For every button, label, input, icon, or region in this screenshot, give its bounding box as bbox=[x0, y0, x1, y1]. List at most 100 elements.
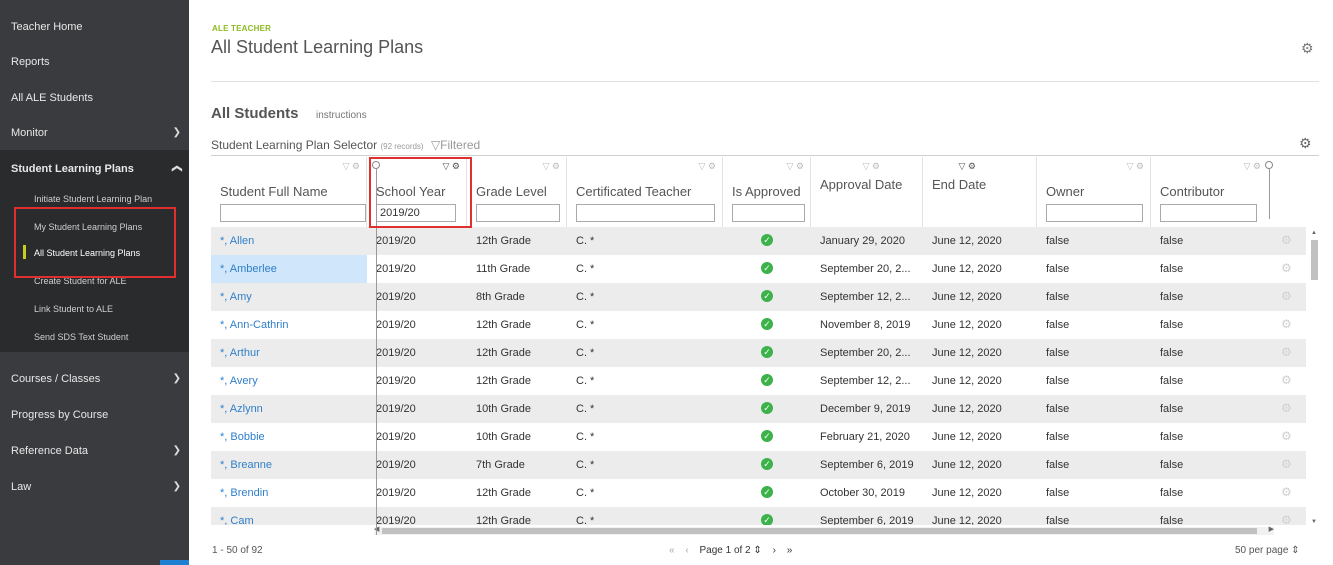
end-date-cell: June 12, 2020 bbox=[932, 487, 1002, 499]
teacher-cell: C. * bbox=[576, 263, 595, 275]
instructions-link[interactable]: instructions bbox=[316, 110, 367, 121]
row-gear-icon[interactable]: ⚙ bbox=[1281, 345, 1292, 359]
column-filter-icons[interactable]: ▽ ⚙ bbox=[543, 161, 561, 172]
owner-cell: false bbox=[1046, 347, 1070, 359]
school-year-cell: 2019/20 bbox=[376, 319, 416, 331]
filtered-indicator[interactable]: ▽Filtered bbox=[431, 138, 480, 152]
student-name-link[interactable]: *, Arthur bbox=[220, 347, 260, 359]
student-name-link[interactable]: *, Cam bbox=[220, 515, 254, 525]
owner-cell: false bbox=[1046, 487, 1070, 499]
row-gear-icon[interactable]: ⚙ bbox=[1281, 261, 1292, 275]
grade-level-cell: 10th Grade bbox=[476, 431, 532, 443]
filter-input-contributor[interactable] bbox=[1160, 204, 1257, 222]
row-gear-icon[interactable]: ⚙ bbox=[1281, 373, 1292, 387]
end-date-cell: June 12, 2020 bbox=[932, 403, 1002, 415]
sidebar-item-label: Law bbox=[11, 481, 32, 493]
filter-input-grade-level[interactable] bbox=[476, 204, 560, 222]
column-filter-icons[interactable]: ▽ ⚙ bbox=[1244, 161, 1262, 172]
scrollbar-thumb[interactable] bbox=[382, 528, 1257, 534]
student-name-link[interactable]: *, Ann-Cathrin bbox=[220, 319, 288, 331]
column-header-is-approved[interactable]: ▽ ⚙ Is Approved bbox=[723, 157, 811, 227]
row-gear-icon[interactable]: ⚙ bbox=[1281, 233, 1292, 247]
approval-date-cell: October 30, 2019 bbox=[820, 487, 906, 499]
selector-gear-icon[interactable]: ⚙ bbox=[1299, 135, 1312, 152]
next-page-icon[interactable]: › bbox=[773, 545, 776, 556]
sidebar-subitem-label: Link Student to ALE bbox=[34, 304, 114, 314]
scroll-right-icon[interactable]: ▶ bbox=[1269, 525, 1274, 533]
column-header-contributor[interactable]: ▽ ⚙ Contributor bbox=[1151, 157, 1267, 227]
filter-input-is-approved[interactable] bbox=[732, 204, 805, 222]
approved-check-icon: ✓ bbox=[761, 234, 773, 246]
grade-level-cell: 10th Grade bbox=[476, 403, 532, 415]
student-name-link[interactable]: *, Azlynn bbox=[220, 403, 263, 415]
horizontal-scrollbar[interactable]: ◀ ▶ bbox=[374, 525, 1274, 535]
column-header-certificated-teacher[interactable]: ▽ ⚙ Certificated Teacher bbox=[567, 157, 723, 227]
student-name-link[interactable]: *, Amberlee bbox=[220, 263, 277, 275]
column-header-student-full-name[interactable]: ▽ ⚙ Student Full Name bbox=[211, 157, 367, 227]
prev-page-icon[interactable]: ‹ bbox=[685, 545, 688, 556]
row-gear-icon[interactable]: ⚙ bbox=[1281, 401, 1292, 415]
pagination: « ‹ Page 1 of 2 ⇕ › » bbox=[669, 545, 800, 556]
school-year-cell: 2019/20 bbox=[376, 291, 416, 303]
column-filter-icons[interactable]: ▽ ⚙ bbox=[1127, 161, 1145, 172]
column-header-end-date[interactable]: ▽ ⚙ End Date bbox=[923, 157, 1037, 227]
owner-cell: false bbox=[1046, 263, 1070, 275]
row-gear-icon[interactable]: ⚙ bbox=[1281, 485, 1292, 499]
owner-cell: false bbox=[1046, 291, 1070, 303]
student-name-link[interactable]: *, Amy bbox=[220, 291, 252, 303]
end-date-cell: June 12, 2020 bbox=[932, 235, 1002, 247]
filtered-label: Filtered bbox=[440, 138, 481, 152]
owner-cell: false bbox=[1046, 459, 1070, 471]
column-resize-handle[interactable] bbox=[1265, 161, 1273, 169]
student-name-link[interactable]: *, Avery bbox=[220, 375, 258, 387]
end-date-cell: June 12, 2020 bbox=[932, 291, 1002, 303]
filter-input-teacher[interactable] bbox=[576, 204, 715, 222]
student-name-link[interactable]: *, Brendin bbox=[220, 487, 268, 499]
section-title: All Students bbox=[211, 105, 299, 122]
per-page-select[interactable]: 50 per page ⇕ bbox=[1235, 545, 1300, 556]
approval-date-cell: February 21, 2020 bbox=[820, 431, 910, 443]
student-name-link[interactable]: *, Breanne bbox=[220, 459, 272, 471]
gear-icon[interactable]: ⚙ bbox=[1301, 40, 1314, 57]
row-gear-icon[interactable]: ⚙ bbox=[1281, 429, 1292, 443]
highlight-box-school-year bbox=[369, 157, 472, 228]
approval-date-cell: December 9, 2019 bbox=[820, 403, 911, 415]
contributor-cell: false bbox=[1160, 487, 1184, 499]
sidebar-item-label: Courses / Classes bbox=[11, 373, 101, 385]
owner-cell: false bbox=[1046, 515, 1070, 525]
filter-input-student-name[interactable] bbox=[220, 204, 366, 222]
approved-check-icon: ✓ bbox=[761, 430, 773, 442]
student-name-link[interactable]: *, Allen bbox=[220, 235, 254, 247]
owner-cell: false bbox=[1046, 431, 1070, 443]
scroll-down-icon[interactable]: ▼ bbox=[1311, 519, 1317, 525]
column-filter-icons[interactable]: ▽ ⚙ bbox=[863, 161, 881, 172]
column-filter-icons[interactable]: ▽ ⚙ bbox=[699, 161, 717, 172]
filter-input-owner[interactable] bbox=[1046, 204, 1143, 222]
column-filter-icons[interactable]: ▽ ⚙ bbox=[343, 161, 361, 172]
column-header-owner[interactable]: ▽ ⚙ Owner bbox=[1037, 157, 1151, 227]
column-filter-icons-active[interactable]: ▽ ⚙ bbox=[959, 161, 977, 172]
chevron-down-icon: ❯ bbox=[172, 373, 181, 384]
column-header-approval-date[interactable]: ▽ ⚙ Approval Date bbox=[811, 157, 923, 227]
column-filter-icons[interactable]: ▽ ⚙ bbox=[787, 161, 805, 172]
sidebar-subitem-label: Initiate Student Learning Plan bbox=[34, 194, 153, 204]
student-name-link[interactable]: *, Bobbie bbox=[220, 431, 265, 443]
teacher-cell: C. * bbox=[576, 235, 595, 247]
column-header-grade-level[interactable]: ▽ ⚙ Grade Level bbox=[467, 157, 567, 227]
approved-check-icon: ✓ bbox=[761, 374, 773, 386]
last-page-icon[interactable]: » bbox=[787, 545, 793, 556]
row-gear-icon[interactable]: ⚙ bbox=[1281, 317, 1292, 331]
row-gear-icon[interactable]: ⚙ bbox=[1281, 513, 1292, 525]
teacher-cell: C. * bbox=[576, 515, 595, 525]
school-year-cell: 2019/20 bbox=[376, 487, 416, 499]
scrollbar-thumb[interactable] bbox=[1311, 240, 1318, 280]
first-page-icon[interactable]: « bbox=[669, 545, 675, 556]
column-label: End Date bbox=[932, 177, 987, 192]
row-gear-icon[interactable]: ⚙ bbox=[1281, 457, 1292, 471]
row-gear-icon[interactable]: ⚙ bbox=[1281, 289, 1292, 303]
teacher-cell: C. * bbox=[576, 431, 595, 443]
scroll-up-icon[interactable]: ▲ bbox=[1311, 230, 1317, 236]
vertical-scrollbar[interactable]: ▲ ▼ bbox=[1310, 230, 1319, 525]
page-select[interactable]: Page 1 of 2 ⇕ bbox=[699, 545, 761, 556]
grade-level-cell: 12th Grade bbox=[476, 347, 532, 359]
